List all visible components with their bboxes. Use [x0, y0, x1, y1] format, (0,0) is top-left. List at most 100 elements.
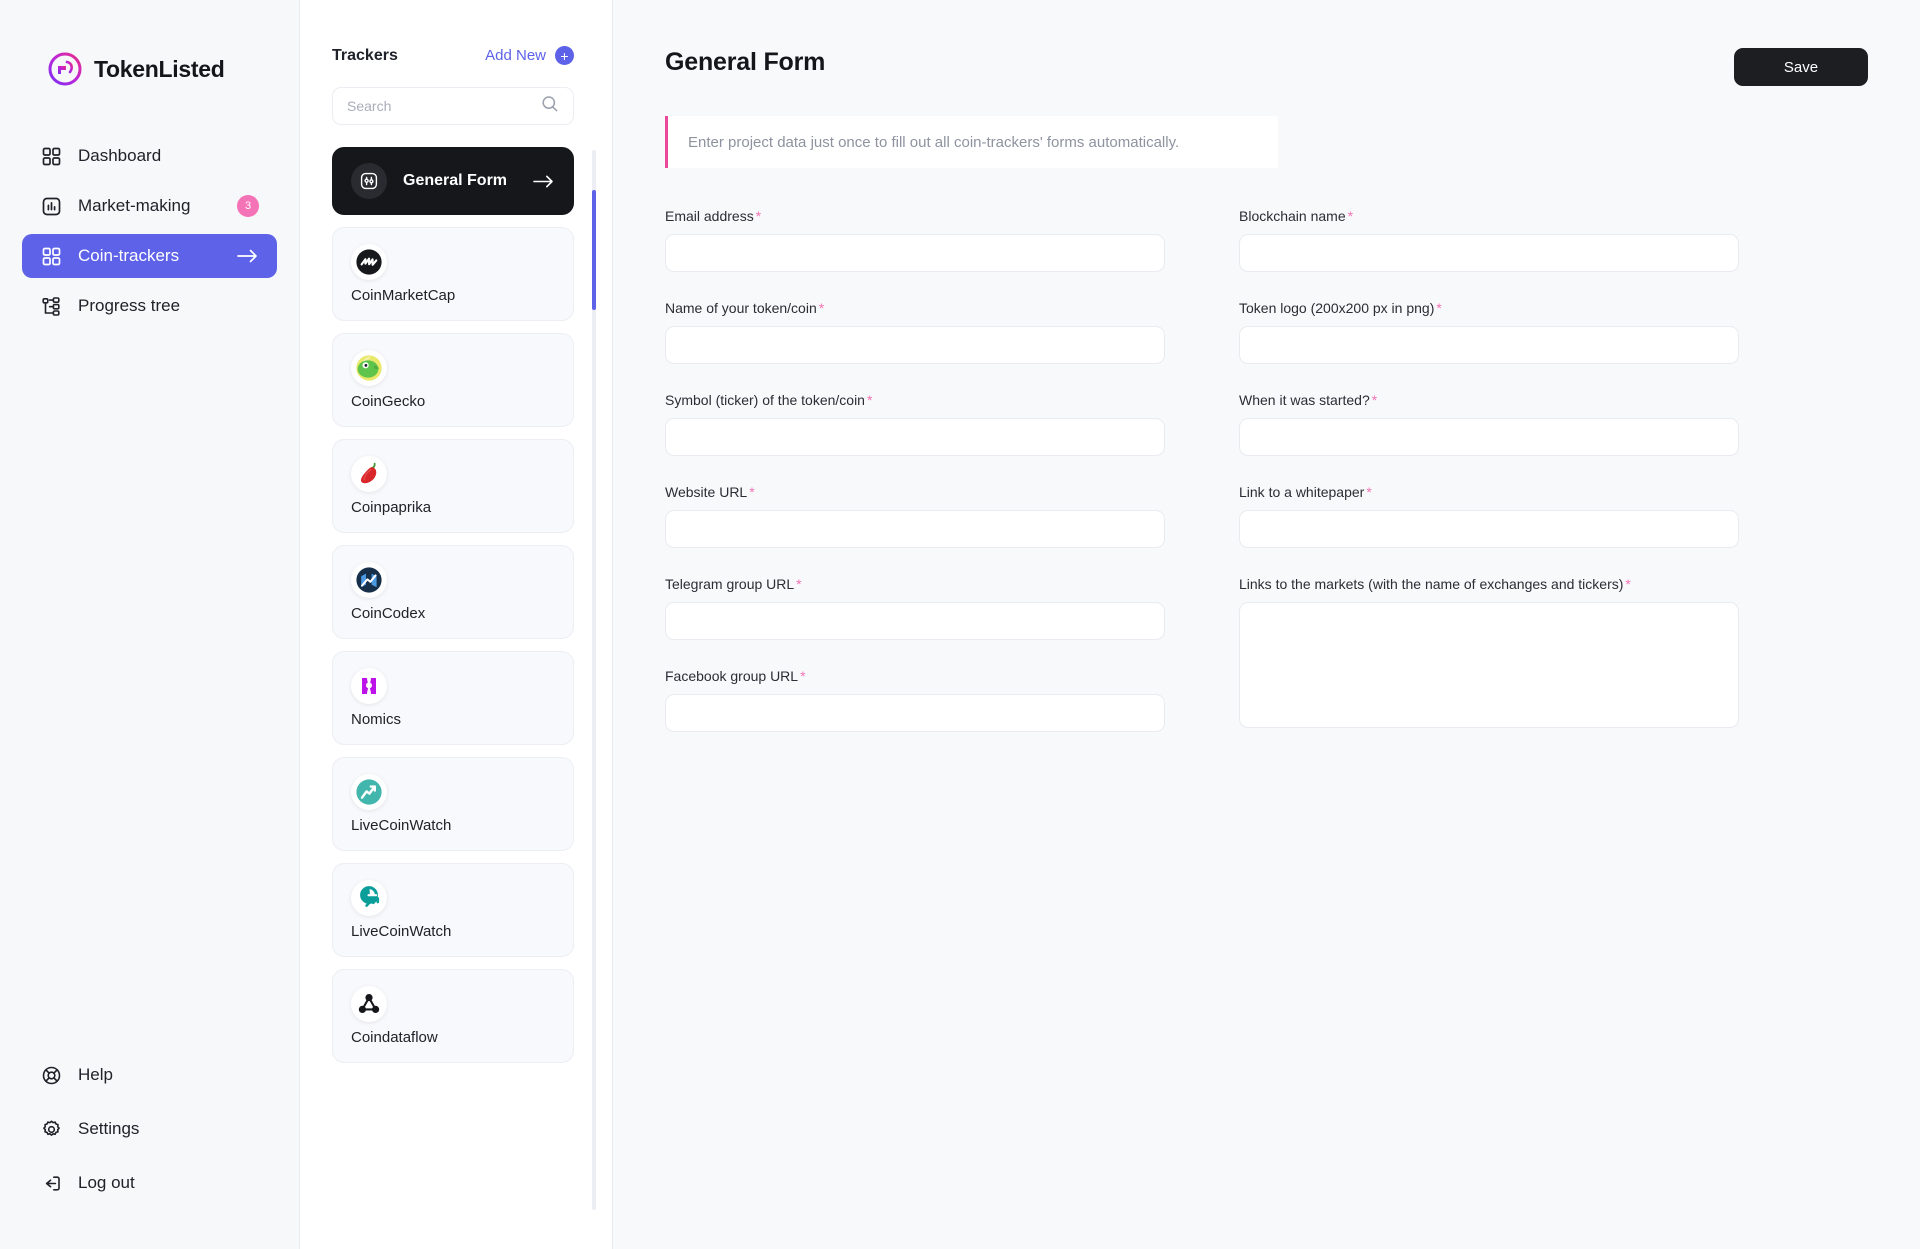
email-field[interactable] [665, 234, 1165, 272]
sidebar-item-label: Coin-trackers [78, 246, 180, 265]
field-label: Website URL * [665, 484, 1165, 500]
field-label-text: Blockchain name [1239, 208, 1346, 224]
field-label: Link to a whitepaper * [1239, 484, 1739, 500]
add-new-label: Add New [485, 47, 546, 64]
field-label: Blockchain name * [1239, 208, 1739, 224]
trackers-title: Trackers [332, 46, 398, 64]
sidebar-item-coin-trackers[interactable]: Coin-trackers [22, 234, 277, 278]
trackers-scrollbar-thumb[interactable] [592, 190, 596, 310]
tracker-item-nomics[interactable]: Nomics [332, 651, 574, 745]
trackers-scrollbar-track[interactable] [592, 150, 596, 1210]
tracker-item-coincodex[interactable]: CoinCodex [332, 545, 574, 639]
required-marker: * [1366, 484, 1372, 500]
required-marker: * [1625, 576, 1631, 592]
blockchain-name-field[interactable] [1239, 234, 1739, 272]
info-banner: Enter project data just once to fill out… [665, 116, 1278, 168]
required-marker: * [866, 392, 873, 408]
page-title: General Form [665, 48, 826, 76]
website-url-field[interactable] [665, 510, 1165, 548]
field-website-url: Website URL * [665, 484, 1165, 548]
field-label: Telegram group URL * [665, 576, 1165, 592]
form-right-column: Blockchain name * Token logo (200x200 px … [1239, 208, 1739, 761]
coincodex-icon [351, 562, 387, 598]
field-label-text: Website URL [665, 484, 748, 500]
tracker-item-coingecko[interactable]: CoinGecko [332, 333, 574, 427]
search-input[interactable] [347, 98, 541, 114]
required-marker: * [818, 300, 825, 316]
sidebar-item-market-making[interactable]: Market-making 3 [22, 184, 277, 228]
field-label: Facebook group URL * [665, 668, 1165, 684]
whitepaper-link-field[interactable] [1239, 510, 1739, 548]
tree-icon [40, 295, 62, 317]
field-label-text: Link to a whitepaper [1239, 484, 1365, 500]
tracker-item-label: Coinpaprika [351, 499, 432, 516]
token-logo-field[interactable] [1239, 326, 1739, 364]
field-token-name: Name of your token/coin * [665, 300, 1165, 364]
grid-icon [40, 245, 62, 267]
arrow-right-icon [237, 248, 259, 264]
form-left-column: Email address * Name of your token/coin * … [665, 208, 1165, 761]
tracker-item-general-form[interactable]: General Form [332, 147, 574, 215]
add-new-button[interactable]: Add New + [485, 46, 574, 65]
field-telegram-url: Telegram group URL * [665, 576, 1165, 640]
required-marker: * [796, 576, 802, 592]
tracker-item-livecoinwatch[interactable]: LiveCoinWatch [332, 757, 574, 851]
search-box[interactable] [332, 87, 574, 125]
sidebar: TokenListed Dashboard Market-making 3 Co… [0, 0, 300, 1249]
field-facebook-url: Facebook group URL * [665, 668, 1165, 732]
field-email-address: Email address * [665, 208, 1165, 272]
tokenlisted-logo-icon [48, 52, 82, 86]
tracker-item-label: CoinMarketCap [351, 287, 456, 304]
tracker-item-coinmarketcap[interactable]: CoinMarketCap [332, 227, 574, 321]
trackers-panel: Trackers Add New + Search General Form C… [300, 0, 613, 1249]
trackers-header: Trackers Add New + [300, 46, 612, 65]
required-marker: * [755, 208, 762, 224]
required-marker: * [800, 668, 806, 684]
livecoinwatch-alt-icon [351, 880, 387, 916]
tracker-item-label: CoinCodex [351, 605, 426, 622]
field-label-text: When it was started? [1239, 392, 1370, 408]
sidebar-item-label: Market-making [78, 196, 191, 215]
field-token-symbol: Symbol (ticker) of the token/coin * [665, 392, 1165, 456]
arrow-right-icon [533, 174, 555, 189]
status-badge: 3 [237, 195, 259, 217]
market-links-field[interactable] [1239, 602, 1739, 728]
required-marker: * [1371, 392, 1378, 408]
sidebar-item-label: Progress tree [78, 296, 181, 315]
telegram-url-field[interactable] [665, 602, 1165, 640]
start-date-field[interactable] [1239, 418, 1739, 456]
brand: TokenListed [0, 52, 299, 86]
coinmarketcap-icon [351, 244, 387, 280]
sidebar-item-help[interactable]: Help [22, 1055, 277, 1095]
field-label-text: Token logo (200x200 px in png) [1239, 300, 1435, 316]
coinpaprika-icon [351, 456, 387, 492]
token-symbol-field[interactable] [665, 418, 1165, 456]
tracker-item-coindataflow[interactable]: Coindataflow [332, 969, 574, 1063]
tracker-item-livecoinwatch-alt[interactable]: LiveCoinWatch [332, 863, 574, 957]
sidebar-item-settings[interactable]: Settings [22, 1109, 277, 1149]
field-label-text: Links to the markets (with the name of e… [1239, 576, 1624, 592]
main-content: General Form Save Enter project data jus… [613, 0, 1920, 1249]
tracker-item-coinpaprika[interactable]: Coinpaprika [332, 439, 574, 533]
tracker-item-label: Nomics [351, 711, 402, 728]
grid-icon [40, 145, 62, 167]
field-label-text: Facebook group URL [665, 668, 799, 684]
sidebar-item-label: Log out [78, 1173, 135, 1192]
sidebar-item-log-out[interactable]: Log out [22, 1163, 277, 1203]
search-icon[interactable] [541, 95, 559, 118]
save-button[interactable]: Save [1734, 48, 1868, 86]
sidebar-item-dashboard[interactable]: Dashboard [22, 134, 277, 178]
tracker-item-label: LiveCoinWatch [351, 923, 452, 940]
field-label: Email address * [665, 208, 1165, 224]
field-token-logo: Token logo (200x200 px in png) * [1239, 300, 1739, 364]
field-market-links: Links to the markets (with the name of e… [1239, 576, 1739, 733]
livecoinwatch-icon [351, 774, 387, 810]
lifebuoy-icon [40, 1064, 62, 1086]
chart-box-icon [40, 195, 62, 217]
token-name-field[interactable] [665, 326, 1165, 364]
info-banner-text: Enter project data just once to fill out… [688, 133, 1180, 151]
sidebar-item-progress-tree[interactable]: Progress tree [22, 284, 277, 328]
required-marker: * [1347, 208, 1354, 224]
facebook-url-field[interactable] [665, 694, 1165, 732]
field-label: Name of your token/coin * [665, 300, 1165, 316]
